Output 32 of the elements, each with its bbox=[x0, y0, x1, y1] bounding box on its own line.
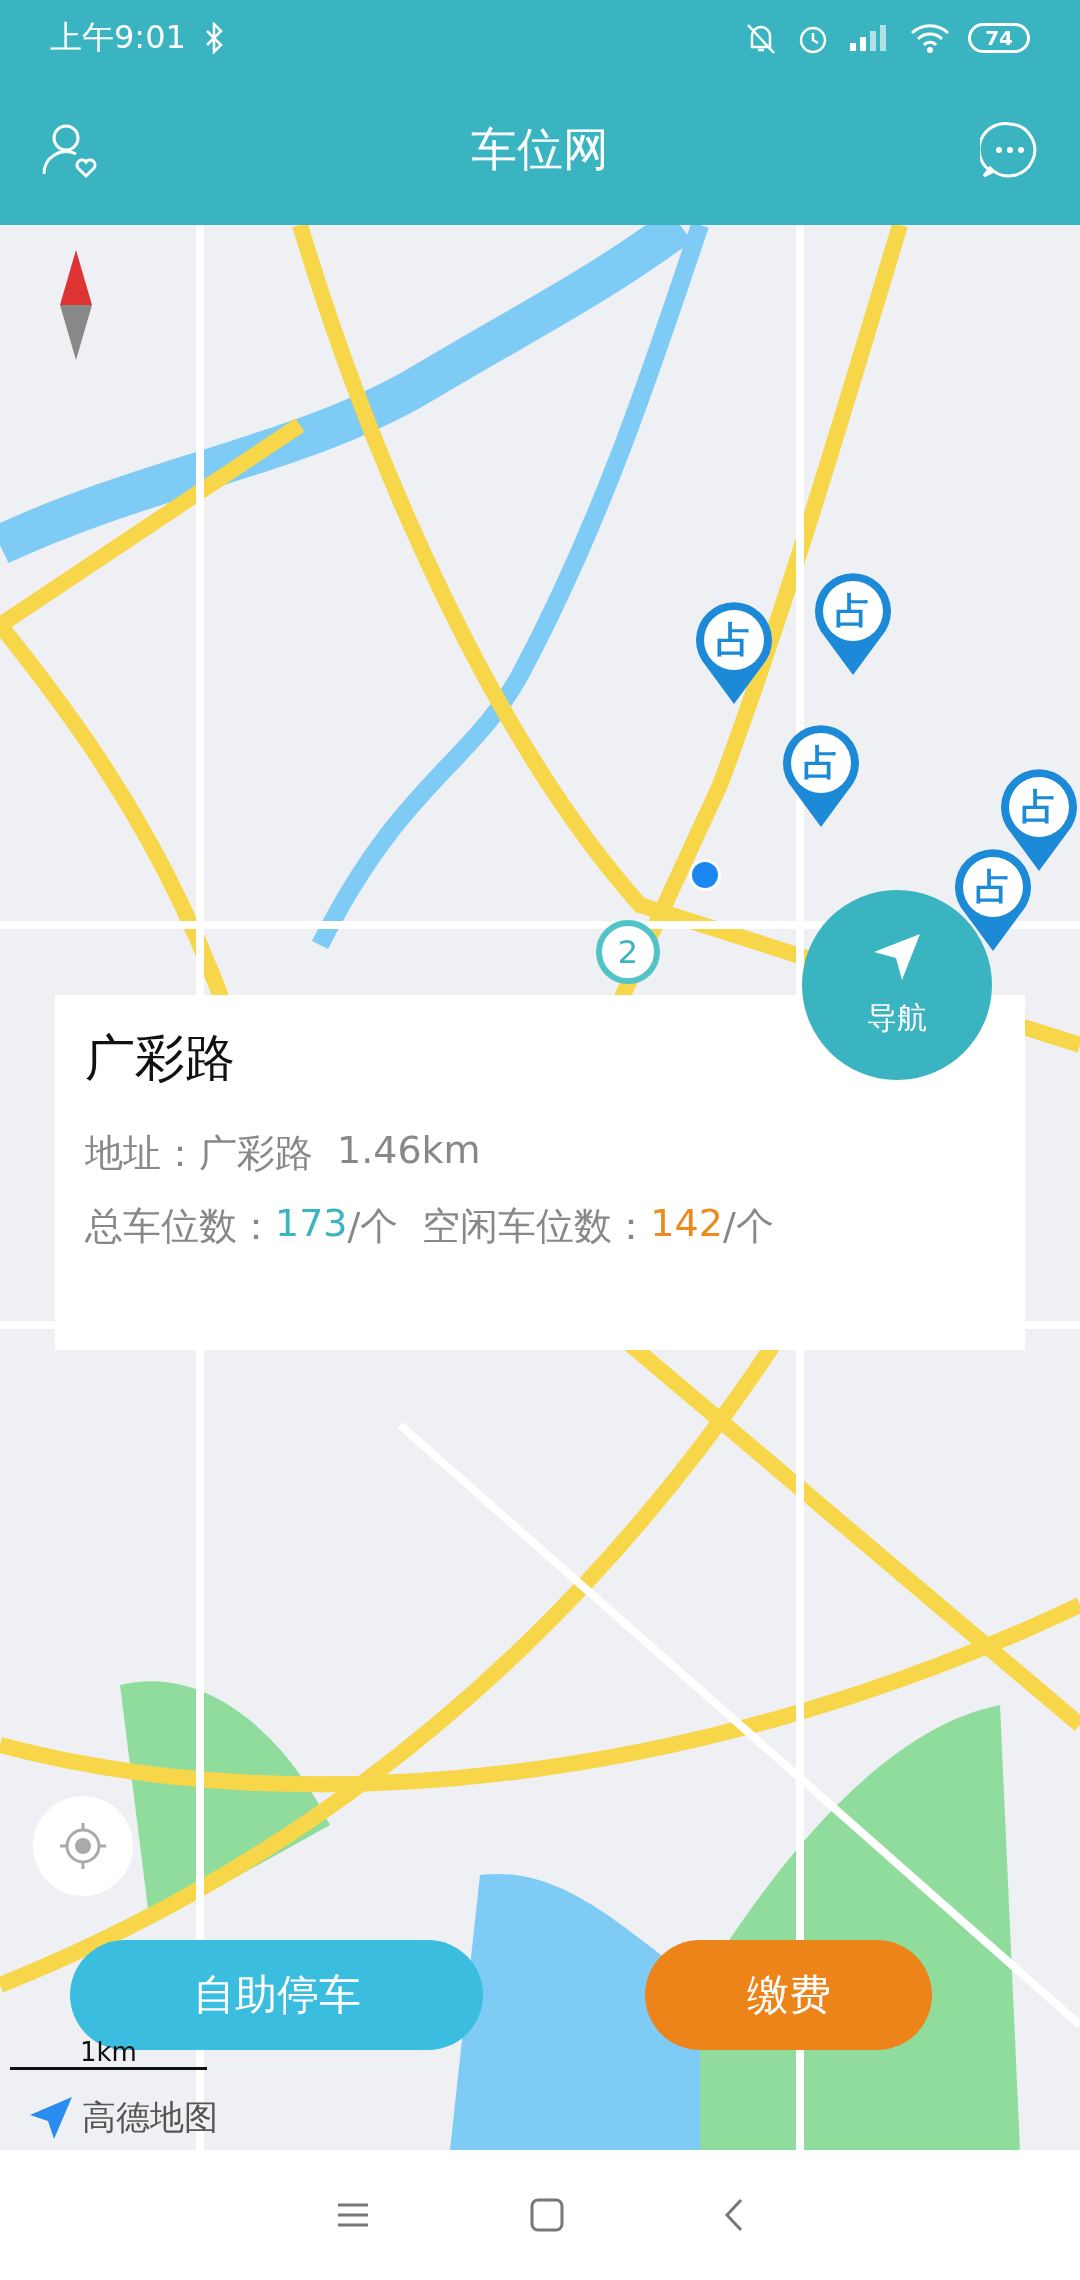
paper-plane-icon bbox=[28, 2095, 74, 2141]
compass-icon bbox=[58, 250, 94, 360]
place-title: 广彩路 bbox=[85, 1028, 236, 1089]
free-unit: /个 bbox=[722, 1203, 774, 1250]
map-pin[interactable] bbox=[781, 723, 861, 829]
pin-label: 占 bbox=[716, 620, 752, 660]
pin-label: 占 bbox=[835, 591, 871, 631]
wifi-icon bbox=[910, 22, 951, 53]
address-value: 广彩路 bbox=[199, 1130, 313, 1177]
app-title: 车位网 bbox=[471, 121, 609, 178]
battery-indicator: 74 bbox=[968, 22, 1030, 53]
free-count: 142 bbox=[650, 1201, 723, 1247]
total-label: 总车位数： bbox=[85, 1203, 275, 1250]
pin-label: 占 bbox=[803, 743, 839, 783]
locate-icon bbox=[58, 1821, 108, 1871]
status-time: 上午9:01 bbox=[50, 16, 186, 58]
menu-icon[interactable] bbox=[336, 2202, 370, 2228]
pay-button[interactable]: 缴费 bbox=[645, 1940, 932, 2050]
back-icon[interactable] bbox=[724, 2198, 744, 2232]
map-scale: 1km bbox=[10, 2037, 207, 2070]
home-icon[interactable] bbox=[530, 2198, 564, 2232]
free-label: 空闲车位数： bbox=[422, 1203, 651, 1250]
map-pin[interactable] bbox=[694, 600, 774, 706]
total-unit: /个 bbox=[347, 1203, 399, 1250]
distance-value: 1.46km bbox=[337, 1128, 481, 1174]
navigation-arrow-icon bbox=[872, 931, 922, 982]
address-label: 地址： bbox=[85, 1130, 199, 1177]
map-pin[interactable] bbox=[813, 571, 893, 677]
total-count: 173 bbox=[275, 1201, 348, 1247]
bluetooth-icon bbox=[203, 21, 224, 54]
pin-label: 占 bbox=[1021, 787, 1057, 827]
map-logo: 高德地图 bbox=[82, 2096, 218, 2139]
